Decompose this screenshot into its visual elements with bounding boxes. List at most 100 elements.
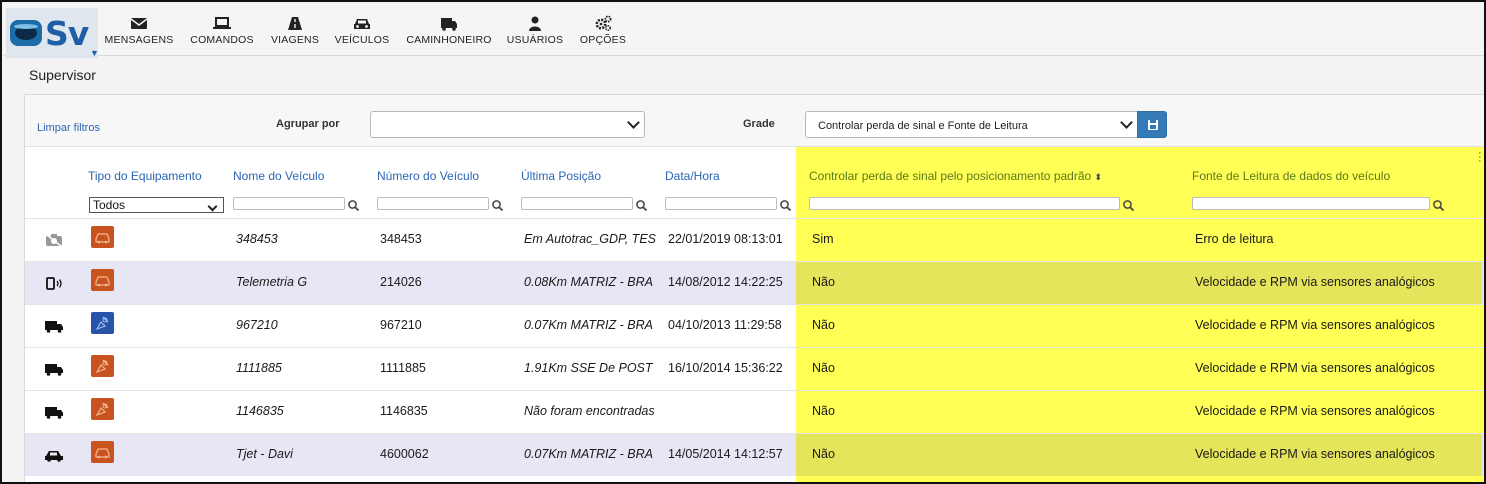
col-header-last-position[interactable]: Última Posição [521, 169, 601, 183]
nav-label: VEÍCULOS [334, 34, 390, 46]
top-navbar: Sv ▼ MENSAGENS COMANDOS VIAGENS VEÍCULOS… [4, 4, 1484, 58]
laptop-icon [213, 17, 231, 29]
truck-icon [441, 18, 457, 31]
nav-caminhoneiro[interactable]: CAMINHONEIRO [404, 12, 494, 56]
column-menu-icon[interactable]: · · · [1478, 148, 1482, 167]
road-icon [288, 17, 302, 30]
table-row[interactable]: Tjet - Davi 4600062 0.07Km MATRIZ - BRA … [25, 433, 1484, 476]
vehicle-number-cell: 4600062 [380, 447, 429, 461]
group-by-label: Agrupar por [276, 118, 340, 130]
last-position-cell: 0.08Km MATRIZ - BRA [524, 275, 653, 289]
col-header-data-source[interactable]: Fonte de Leitura de dados do veículo [1192, 169, 1390, 183]
grid-select[interactable]: Controlar perda de sinal e Fonte de Leit… [805, 111, 1138, 138]
vehicle-name-cell: 967210 [236, 318, 278, 332]
nav-viagens[interactable]: VIAGENS [268, 12, 322, 56]
search-icon[interactable] [347, 199, 360, 212]
nav-label: COMANDOS [190, 34, 254, 46]
datetime-cell: 04/10/2013 11:29:58 [668, 318, 782, 332]
last-position-cell: 0.07Km MATRIZ - BRA [524, 318, 653, 332]
logo-eye-icon [10, 20, 42, 46]
group-by-select[interactable] [370, 111, 645, 138]
datetime-cell: 22/01/2019 08:13:01 [668, 232, 783, 246]
table-row[interactable]: 348453 348453 Em Autotrac_GDP, TES 22/01… [25, 218, 1484, 261]
equipment-car-badge-icon [91, 269, 114, 291]
col-header-vehicle-number[interactable]: Número do Veículo [377, 169, 479, 183]
app-frame: Sv ▼ MENSAGENS COMANDOS VIAGENS VEÍCULOS… [0, 0, 1486, 484]
equipment-filter-value: Todos [93, 198, 126, 212]
col-header-equipment[interactable]: Tipo do Equipamento [88, 169, 202, 183]
signal-loss-filter-input[interactable] [809, 197, 1120, 210]
gears-icon [595, 15, 612, 32]
page-title: Supervisor [29, 67, 96, 83]
search-icon[interactable] [635, 199, 648, 212]
nav-label: CAMINHONEIRO [406, 34, 492, 46]
col-header-signal-loss-label: Controlar perda de sinal pelo posicionam… [809, 169, 1092, 183]
col-header-vehicle-name[interactable]: Nome do Veículo [233, 169, 324, 183]
nav-label: USUÁRIOS [506, 34, 564, 46]
last-position-cell: Não foram encontradas [524, 404, 655, 418]
save-grid-button[interactable] [1137, 111, 1167, 138]
data-source-cell: Velocidade e RPM via sensores analógicos [1195, 318, 1435, 332]
search-icon[interactable] [779, 199, 792, 212]
equipment-filter-select[interactable]: Todos [89, 197, 224, 213]
equipment-satellite-badge-icon [91, 398, 114, 420]
signal-loss-cell: Não [812, 404, 835, 418]
vehicle-name-cell: 348453 [236, 232, 278, 246]
datetime-cell: 16/10/2014 15:36:22 [668, 361, 783, 375]
vehicle-number-cell: 967210 [380, 318, 422, 332]
nav-usuarios[interactable]: USUÁRIOS [504, 12, 566, 56]
search-icon[interactable] [491, 199, 504, 212]
vehicle-number-filter-input[interactable] [377, 197, 489, 210]
highlight-cell-bg [796, 219, 1482, 261]
nav-opcoes[interactable]: OPÇÕES [576, 12, 630, 56]
last-position-filter-input[interactable] [521, 197, 633, 210]
phone-signal-icon [46, 277, 62, 290]
datetime-cell: 14/08/2012 14:22:25 [668, 275, 783, 289]
logo-text: Sv [45, 14, 89, 53]
chevron-down-icon [1120, 116, 1133, 129]
last-position-cell: 1.91Km SSE De POST [524, 361, 653, 375]
truck-icon [45, 407, 63, 419]
app-logo-menu[interactable]: Sv ▼ [6, 8, 99, 58]
equipment-satellite-badge-icon [91, 355, 114, 377]
equipment-car-badge-icon [91, 226, 114, 248]
table-row[interactable]: Telemetria G 214026 0.08Km MATRIZ - BRA … [25, 261, 1484, 304]
data-source-cell: Velocidade e RPM via sensores analógicos [1195, 447, 1435, 461]
signal-loss-cell: Sim [812, 232, 834, 246]
signal-loss-cell: Não [812, 318, 835, 332]
datetime-filter-input[interactable] [665, 197, 777, 210]
vehicle-number-cell: 348453 [380, 232, 422, 246]
table-row[interactable]: 967210 967210 0.07Km MATRIZ - BRA 04/10/… [25, 304, 1484, 347]
last-position-cell: Em Autotrac_GDP, TES [524, 232, 656, 246]
data-source-cell: Velocidade e RPM via sensores analógicos [1195, 275, 1435, 289]
signal-loss-cell: Não [812, 361, 835, 375]
vehicle-name-cell: 1111885 [236, 361, 282, 375]
nav-mensagens[interactable]: MENSAGENS [104, 12, 174, 56]
table-row[interactable]: 1111885 1111885 1.91Km SSE De POST 16/10… [25, 347, 1484, 390]
nav-comandos[interactable]: COMANDOS [188, 12, 256, 56]
search-icon[interactable] [1122, 199, 1135, 212]
truck-icon [45, 364, 63, 376]
vehicle-name-cell: 1146835 [236, 404, 284, 418]
envelope-icon [130, 18, 148, 29]
equipment-car-badge-icon [91, 441, 114, 463]
nav-veiculos[interactable]: VEÍCULOS [332, 12, 392, 56]
car-icon [45, 451, 63, 462]
col-header-signal-loss[interactable]: Controlar perda de sinal pelo posicionam… [809, 169, 1102, 183]
data-source-filter-input[interactable] [1192, 197, 1430, 210]
search-icon[interactable] [1432, 199, 1445, 212]
datetime-cell: 14/05/2014 14:12:57 [668, 447, 783, 461]
filter-bar: Limpar filtros Agrupar por Grade Control… [25, 95, 1484, 147]
table-row[interactable]: 1146835 1146835 Não foram encontradas Nã… [25, 390, 1484, 433]
car-icon [354, 19, 370, 29]
vehicle-number-cell: 1146835 [380, 404, 428, 418]
camera-off-icon [45, 233, 63, 248]
clear-filters-link[interactable]: Limpar filtros [37, 122, 100, 134]
nav-label: VIAGENS [270, 34, 320, 46]
nav-label: OPÇÕES [579, 34, 627, 46]
signal-loss-cell: Não [812, 275, 835, 289]
data-source-cell: Velocidade e RPM via sensores analógicos [1195, 404, 1435, 418]
last-position-cell: 0.07Km MATRIZ - BRA [524, 447, 653, 461]
col-header-datetime[interactable]: Data/Hora [665, 169, 720, 183]
vehicle-name-filter-input[interactable] [233, 197, 345, 210]
